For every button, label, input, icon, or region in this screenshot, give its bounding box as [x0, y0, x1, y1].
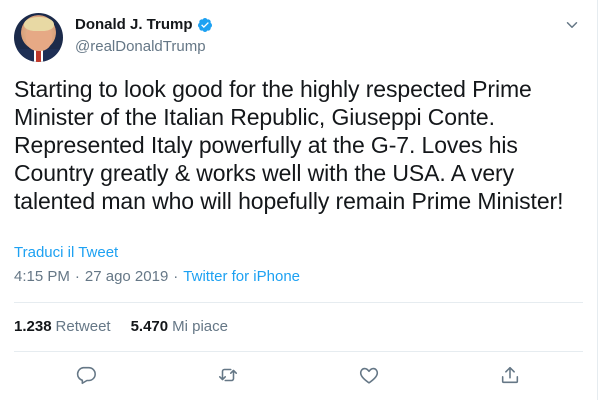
- retweet-icon[interactable]: [217, 364, 239, 386]
- heart-icon[interactable]: [358, 364, 380, 386]
- tweet-card: Donald J. Trump @realDonaldTrump Startin…: [0, 0, 598, 400]
- retweets-stat[interactable]: 1.238 Retweet: [14, 318, 111, 335]
- author-handle[interactable]: @realDonaldTrump: [75, 38, 206, 55]
- verified-badge-icon: [197, 17, 213, 33]
- tweet-stats: 1.238 Retweet 5.470 Mi piace: [14, 318, 228, 335]
- tweet-meta: 4:15 PM · 27 ago 2019 · Twitter for iPho…: [14, 268, 300, 285]
- tweet-text: Starting to look good for the highly res…: [14, 76, 564, 214]
- divider: [14, 302, 583, 303]
- author-name[interactable]: Donald J. Trump: [75, 16, 193, 33]
- likes-label: Mi piace: [172, 318, 228, 335]
- share-icon[interactable]: [499, 364, 521, 386]
- avatar[interactable]: [14, 13, 63, 62]
- meta-separator: ·: [74, 268, 80, 285]
- likes-count: 5.470: [130, 318, 169, 335]
- tweet-date[interactable]: 27 ago 2019: [85, 268, 168, 285]
- retweets-count: 1.238: [14, 318, 52, 335]
- tweet-source-link[interactable]: Twitter for iPhone: [183, 268, 300, 285]
- divider: [14, 351, 583, 352]
- action-bar: [0, 364, 598, 388]
- tweet-time[interactable]: 4:15 PM: [14, 268, 70, 285]
- chevron-down-icon[interactable]: [563, 16, 581, 34]
- meta-separator: ·: [173, 268, 179, 285]
- likes-stat[interactable]: 5.470 Mi piace: [131, 318, 228, 335]
- author-name-row: Donald J. Trump: [75, 16, 213, 33]
- translate-link[interactable]: Traduci il Tweet: [14, 244, 118, 261]
- retweets-label: Retweet: [55, 318, 111, 335]
- reply-icon[interactable]: [75, 364, 97, 386]
